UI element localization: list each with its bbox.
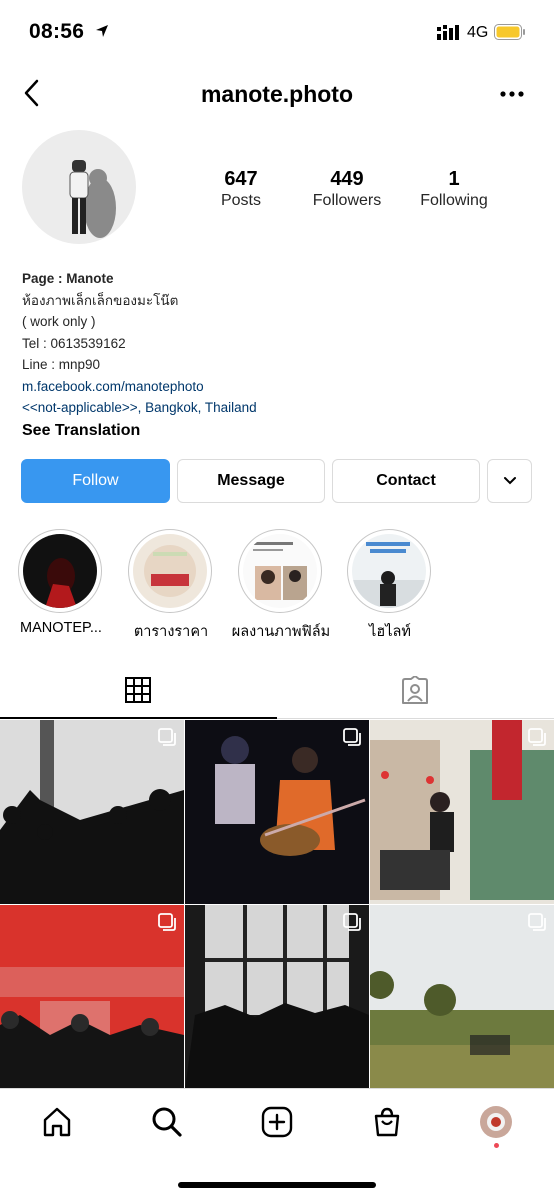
highlight-film-works[interactable] xyxy=(238,529,324,613)
multi-photo-icon xyxy=(158,728,176,746)
status-time: 08:56 xyxy=(29,20,85,43)
following-stat[interactable]: 1 Following xyxy=(394,168,514,210)
bio-line: ( work only ) xyxy=(22,314,96,329)
see-translation-link[interactable]: See Translation xyxy=(22,420,522,442)
highlight-price[interactable] xyxy=(128,529,214,613)
post-thumbnail[interactable] xyxy=(370,720,554,904)
bio-location-link[interactable]: <<not-applicable>>, Bangkok, Thailand xyxy=(22,397,522,419)
followers-count: 449 xyxy=(330,168,364,190)
bio-website-link[interactable]: m.facebook.com/manotephoto xyxy=(22,376,522,398)
highlight-label: ผลงานภาพฟิล์ม xyxy=(231,624,331,640)
battery-icon xyxy=(494,24,525,40)
highlight-label: MANOTEP... xyxy=(20,620,102,636)
profile-bio: Page : Manote ห้องภาพเล็กเล็กของมะโน๊ต (… xyxy=(22,268,522,441)
home-indicator xyxy=(178,1182,376,1188)
notification-dot xyxy=(494,1143,499,1148)
active-tab-indicator xyxy=(0,717,277,719)
network-type: 4G xyxy=(467,24,489,41)
chevron-down-icon xyxy=(503,477,516,485)
grid-icon[interactable] xyxy=(124,676,152,704)
tagged-icon[interactable] xyxy=(400,676,430,706)
tab-divider xyxy=(277,718,554,719)
multi-photo-icon xyxy=(343,913,361,931)
search-icon[interactable] xyxy=(151,1106,183,1138)
profile-avatar-icon[interactable] xyxy=(480,1106,512,1138)
highlight-label: ไฮไลท์ xyxy=(369,624,411,640)
posts-stat[interactable]: 647 Posts xyxy=(181,168,301,210)
following-label: Following xyxy=(420,192,488,209)
multi-photo-icon xyxy=(343,728,361,746)
new-post-icon[interactable] xyxy=(261,1106,293,1138)
post-thumbnail[interactable] xyxy=(0,720,184,904)
followers-stat[interactable]: 449 Followers xyxy=(287,168,407,210)
posts-label: Posts xyxy=(220,192,261,209)
multi-photo-icon xyxy=(158,913,176,931)
home-icon[interactable] xyxy=(41,1106,73,1138)
bio-name: Page : Manote xyxy=(22,271,114,286)
highlight-highlights[interactable] xyxy=(347,529,433,613)
message-button[interactable]: Message xyxy=(177,459,325,503)
multi-photo-icon xyxy=(528,728,546,746)
location-arrow-icon xyxy=(96,25,108,37)
suggested-accounts-button[interactable] xyxy=(487,459,532,503)
highlight-manotep[interactable] xyxy=(18,529,104,613)
post-thumbnail[interactable] xyxy=(185,905,369,1089)
more-icon[interactable] xyxy=(497,84,527,104)
signal-icon xyxy=(437,25,459,40)
posts-count: 647 xyxy=(224,168,258,190)
follow-button[interactable]: Follow xyxy=(21,459,170,503)
following-count: 1 xyxy=(448,168,460,190)
bio-line: ห้องภาพเล็กเล็กของมะโน๊ต xyxy=(22,292,179,308)
profile-avatar[interactable] xyxy=(22,130,136,244)
bio-line: Tel : 0613539162 xyxy=(22,335,126,351)
bio-line: Line : mnp90 xyxy=(22,357,101,372)
highlight-label: ตารางราคา xyxy=(133,624,209,640)
post-thumbnail[interactable] xyxy=(370,905,554,1089)
post-thumbnail[interactable] xyxy=(185,720,369,904)
profile-username: manote.photo xyxy=(200,81,354,107)
post-thumbnail[interactable] xyxy=(0,905,184,1089)
followers-label: Followers xyxy=(312,192,382,209)
multi-photo-icon xyxy=(528,913,546,931)
contact-button[interactable]: Contact xyxy=(332,459,480,503)
shop-icon[interactable] xyxy=(371,1106,403,1138)
